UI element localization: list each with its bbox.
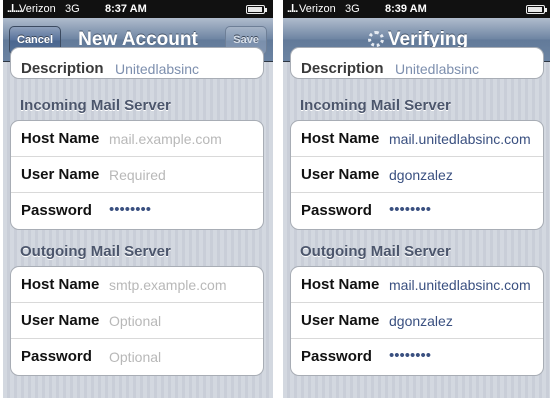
password-label: Password	[301, 348, 372, 365]
incoming-user-row[interactable]: User Name dgonzalez	[291, 157, 543, 193]
incoming-host-row[interactable]: Host Name mail.unitedlabsinc.com	[291, 121, 543, 157]
outgoing-password-field[interactable]: Optional	[109, 349, 161, 365]
outgoing-password-row[interactable]: Password Optional	[11, 339, 263, 375]
carrier-label: Verizon	[299, 3, 336, 15]
outgoing-host-row[interactable]: Host Name smtp.example.com	[11, 267, 263, 303]
clock: 8:37 AM	[105, 3, 147, 15]
incoming-server-group: Host Name mail.example.com User Name Req…	[10, 120, 264, 230]
outgoing-user-field[interactable]: Optional	[109, 313, 161, 329]
description-row[interactable]: Description Unitedlabsinc	[11, 48, 263, 78]
password-label: Password	[301, 202, 372, 219]
user-name-label: User Name	[21, 166, 100, 183]
incoming-password-row[interactable]: Password ••••••••	[291, 193, 543, 229]
outgoing-password-row[interactable]: Password ••••••••	[291, 339, 543, 375]
password-label: Password	[21, 202, 92, 219]
incoming-section-title: Incoming Mail Server	[300, 97, 451, 114]
carrier-label: Verizon	[19, 3, 56, 15]
incoming-server-group: Host Name mail.unitedlabsinc.com User Na…	[290, 120, 544, 230]
description-group: Description Unitedlabsinc	[10, 47, 264, 79]
outgoing-user-row[interactable]: User Name dgonzalez	[291, 303, 543, 339]
outgoing-section-title: Outgoing Mail Server	[300, 243, 451, 260]
password-label: Password	[21, 348, 92, 365]
new-account-screen: ..l.... Verizon 3G 8:37 AM Cancel New Ac…	[3, 0, 273, 398]
network-type: 3G	[345, 3, 360, 15]
user-name-label: User Name	[301, 166, 380, 183]
description-field[interactable]: Unitedlabsinc	[395, 61, 479, 77]
incoming-password-field[interactable]: ••••••••	[389, 201, 431, 218]
outgoing-host-field[interactable]: mail.unitedlabsinc.com	[389, 277, 531, 293]
battery-icon	[526, 5, 547, 14]
outgoing-server-group: Host Name smtp.example.com User Name Opt…	[10, 266, 264, 376]
host-name-label: Host Name	[301, 130, 380, 147]
description-field[interactable]: Unitedlabsinc	[115, 61, 199, 77]
incoming-user-row[interactable]: User Name Required	[11, 157, 263, 193]
incoming-host-row[interactable]: Host Name mail.example.com	[11, 121, 263, 157]
description-label: Description	[21, 60, 104, 77]
incoming-user-field[interactable]: dgonzalez	[389, 167, 453, 183]
incoming-user-field[interactable]: Required	[109, 167, 166, 183]
clock: 8:39 AM	[385, 3, 427, 15]
outgoing-user-row[interactable]: User Name Optional	[11, 303, 263, 339]
description-group: Description Unitedlabsinc	[290, 47, 544, 79]
outgoing-password-field[interactable]: ••••••••	[389, 347, 431, 364]
outgoing-server-group: Host Name mail.unitedlabsinc.com User Na…	[290, 266, 544, 376]
status-bar: ..l.. Verizon 3G 8:39 AM	[283, 0, 550, 18]
outgoing-section-title: Outgoing Mail Server	[20, 243, 171, 260]
description-row[interactable]: Description Unitedlabsinc	[291, 48, 543, 78]
incoming-password-row[interactable]: Password ••••••••	[11, 193, 263, 229]
incoming-password-field[interactable]: ••••••••	[109, 201, 151, 218]
outgoing-host-field[interactable]: smtp.example.com	[109, 277, 226, 293]
host-name-label: Host Name	[301, 276, 380, 293]
incoming-host-field[interactable]: mail.example.com	[109, 131, 222, 147]
host-name-label: Host Name	[21, 276, 100, 293]
outgoing-host-row[interactable]: Host Name mail.unitedlabsinc.com	[291, 267, 543, 303]
user-name-label: User Name	[301, 312, 380, 329]
spinner-icon	[367, 31, 384, 47]
battery-icon	[246, 5, 267, 14]
form-content: Description Unitedlabsinc Incoming Mail …	[283, 47, 550, 398]
description-label: Description	[301, 60, 384, 77]
status-bar: ..l.... Verizon 3G 8:37 AM	[3, 0, 273, 18]
verifying-screen: ..l.. Verizon 3G 8:39 AM Verifying Descr…	[283, 0, 550, 398]
incoming-host-field[interactable]: mail.unitedlabsinc.com	[389, 131, 531, 147]
network-type: 3G	[65, 3, 80, 15]
signal-icon: ..l..	[287, 3, 298, 15]
host-name-label: Host Name	[21, 130, 100, 147]
form-content: Description Unitedlabsinc Incoming Mail …	[3, 47, 273, 398]
outgoing-user-field[interactable]: dgonzalez	[389, 313, 453, 329]
user-name-label: User Name	[21, 312, 100, 329]
incoming-section-title: Incoming Mail Server	[20, 97, 171, 114]
